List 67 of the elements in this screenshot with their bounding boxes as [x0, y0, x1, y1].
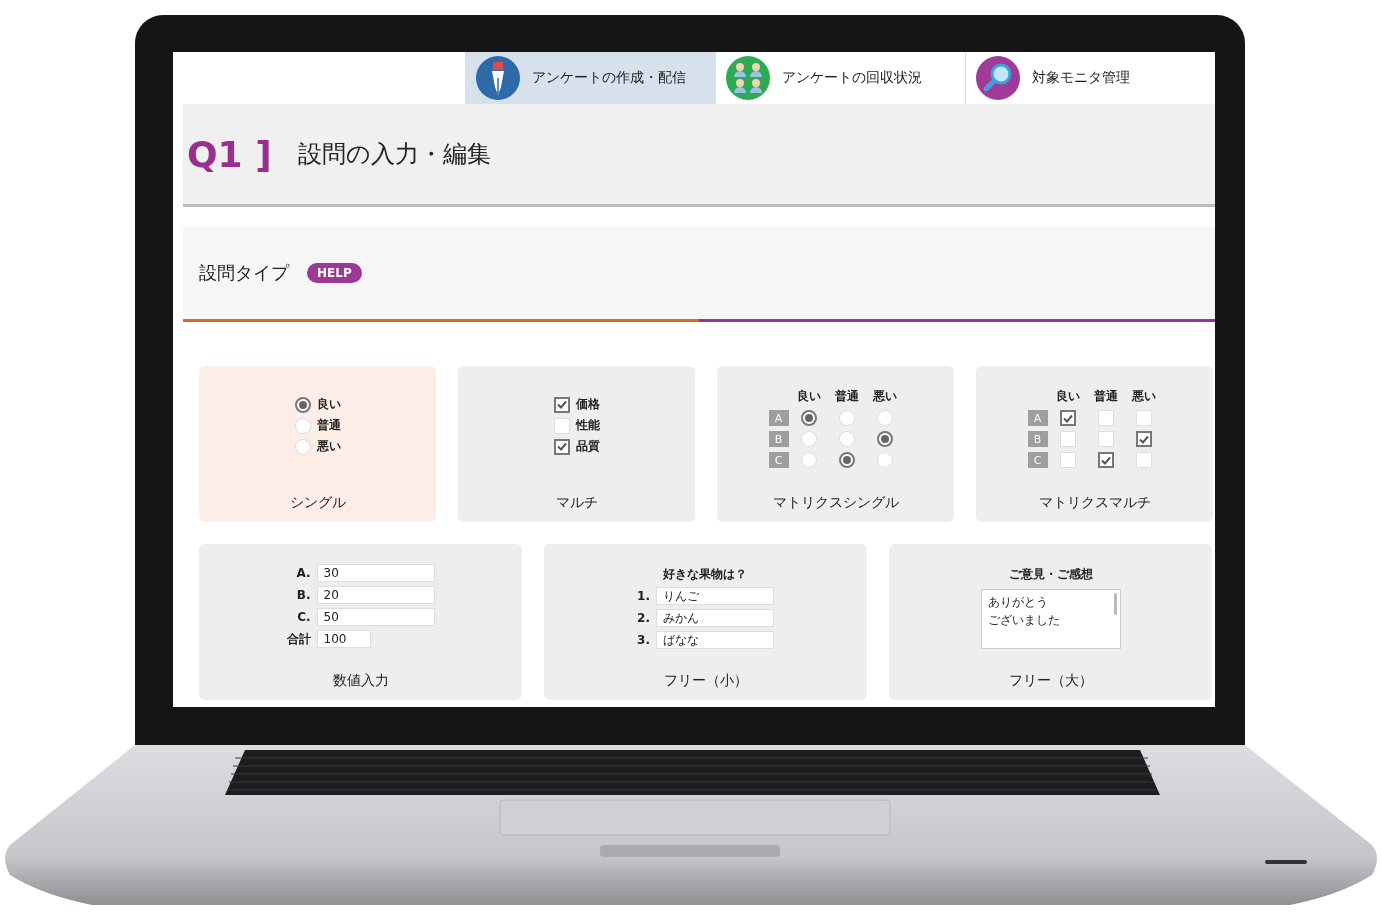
- row-label: B: [768, 431, 789, 447]
- checkbox[interactable]: [553, 396, 570, 413]
- option-label: 悪い: [316, 438, 341, 455]
- question-text: ご意見・ご感想: [1007, 566, 1094, 583]
- question-number: Q1 ]: [187, 133, 272, 175]
- radio-button[interactable]: [838, 452, 855, 468]
- question-type-card[interactable]: A. 30 B. 20 C. 50 合計 100 数値入力: [199, 544, 522, 700]
- card-title: フリー（大）: [1008, 672, 1093, 690]
- checkbox[interactable]: [553, 438, 570, 455]
- magnifier-icon: [976, 56, 1020, 100]
- question-text: 好きな果物は？: [662, 566, 749, 583]
- card-title: 数値入力: [332, 672, 389, 690]
- radio-button[interactable]: [800, 410, 817, 426]
- pen-nib-icon: [476, 56, 520, 100]
- question-type-card[interactable]: 価格 性能 品質 マルチ: [458, 366, 695, 522]
- input-field[interactable]: 50: [316, 608, 435, 626]
- input-field[interactable]: ばなな: [655, 631, 774, 649]
- total-label: 合計: [286, 630, 311, 648]
- nav-tab[interactable]: アンケートの作成・配信: [465, 52, 715, 104]
- question-type-card[interactable]: 好きな果物は？ 1. りんご 2. みかん 3. ばなな フリー（小）: [544, 544, 867, 700]
- option-label: 品質: [575, 438, 600, 455]
- input-field[interactable]: 30: [316, 564, 435, 582]
- question-type-card[interactable]: 良い 普通 悪い シングル: [199, 366, 436, 522]
- question-type-card[interactable]: 良い 普通 悪い A B C マトリクスマルチ: [976, 366, 1213, 522]
- option-label: 普通: [316, 417, 341, 434]
- card-title: マルチ: [555, 494, 598, 512]
- option-label: 価格: [575, 396, 600, 413]
- field-label: 1.: [637, 589, 650, 603]
- option-label: 性能: [575, 417, 600, 434]
- row-label: C: [1027, 452, 1048, 468]
- row-label: C: [768, 452, 789, 468]
- field-label: C.: [297, 610, 311, 624]
- page-title: 設問の入力・編集: [297, 139, 491, 170]
- column-header: 良い: [796, 388, 821, 405]
- checkbox[interactable]: [1135, 431, 1152, 447]
- question-type-card[interactable]: ご意見・ご感想 ありがとう ございました フリー（大）: [889, 544, 1212, 700]
- scrollbar: [1113, 593, 1117, 615]
- radio-button[interactable]: [876, 431, 893, 447]
- input-field[interactable]: りんご: [655, 587, 774, 605]
- total-field[interactable]: 100: [316, 630, 371, 648]
- section-title: 設問タイプ: [199, 261, 289, 285]
- column-header: 普通: [834, 388, 859, 405]
- row-label: A: [1027, 410, 1048, 426]
- column-header: 悪い: [872, 388, 897, 405]
- row-label: A: [768, 410, 789, 426]
- text-area[interactable]: ありがとう ございました: [980, 589, 1121, 649]
- field-label: B.: [296, 588, 311, 602]
- people-icon: [726, 56, 770, 100]
- option-label: 良い: [316, 396, 341, 413]
- card-title: マトリクスシングル: [772, 494, 899, 512]
- column-header: 悪い: [1131, 388, 1156, 405]
- checkbox[interactable]: [1059, 410, 1076, 426]
- row-label: B: [1027, 431, 1048, 447]
- question-type-card[interactable]: 良い 普通 悪い A B C マトリクスシングル: [717, 366, 954, 522]
- card-title: シングル: [289, 494, 346, 512]
- field-label: 3.: [637, 633, 650, 647]
- help-button[interactable]: HELP: [307, 263, 362, 283]
- radio-button[interactable]: [294, 396, 311, 413]
- column-header: 良い: [1055, 388, 1080, 405]
- input-field[interactable]: 20: [316, 586, 435, 604]
- checkbox[interactable]: [1097, 452, 1114, 468]
- card-title: フリー（小）: [663, 672, 748, 690]
- input-field[interactable]: みかん: [655, 609, 774, 627]
- column-header: 普通: [1093, 388, 1118, 405]
- field-label: 2.: [637, 611, 650, 625]
- card-title: マトリクスマルチ: [1038, 494, 1151, 512]
- field-label: A.: [296, 566, 311, 580]
